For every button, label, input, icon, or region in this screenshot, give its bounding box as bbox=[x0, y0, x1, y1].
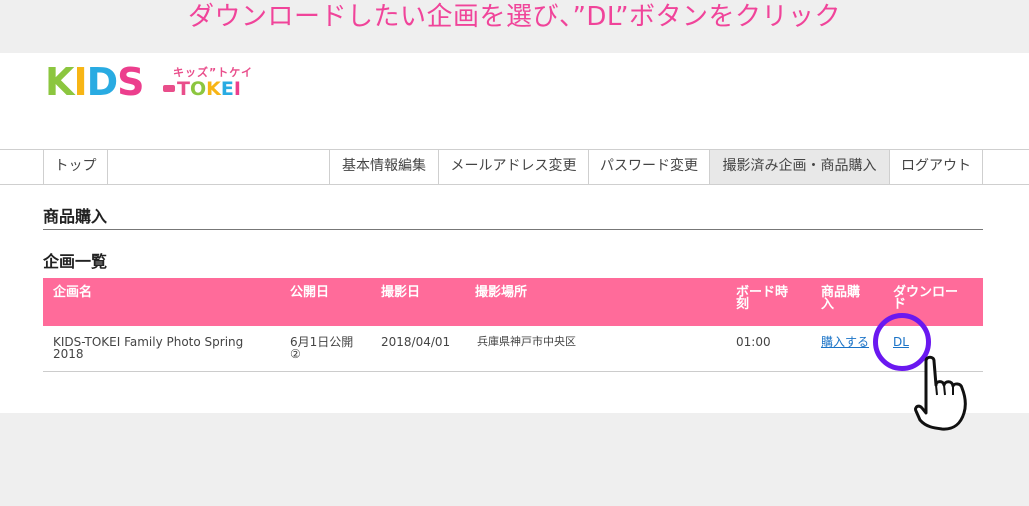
header-download: ダウンロー ド bbox=[893, 285, 959, 312]
list-heading: 企画一覧 bbox=[43, 252, 108, 271]
cell-location: 兵庫県神戸市中央区 bbox=[477, 335, 576, 348]
cell-project-name: KIDS-TOKEI Family Photo Spring 2018 bbox=[53, 335, 244, 361]
cell-publish-date: 6月1日公開 ② bbox=[290, 335, 354, 361]
header-location: 撮影場所 bbox=[475, 285, 528, 300]
table-header: 企画名 公開日 撮影日 撮影場所 ボード時 刻 商品購 入 ダウンロー ド bbox=[43, 278, 983, 326]
page-content: KIDS キッズ”トケイ TOKEI トップ 基本情報編集 メールアドレス変更 … bbox=[0, 53, 1029, 413]
header-shoot-date: 撮影日 bbox=[381, 285, 421, 300]
nav-item-top[interactable]: トップ bbox=[43, 150, 108, 184]
cell-purchase: 購入する bbox=[821, 336, 869, 348]
logo-dash bbox=[163, 85, 175, 92]
header-board-time: ボード時 刻 bbox=[736, 285, 789, 312]
header-purchase: 商品購 入 bbox=[821, 285, 861, 312]
cell-board-time: 01:00 bbox=[736, 335, 771, 349]
logo-tokei-wordmark: キッズ”トケイ TOKEI bbox=[163, 64, 263, 100]
nav-item-profile-edit[interactable]: 基本情報編集 bbox=[329, 150, 438, 184]
nav-item-logout[interactable]: ログアウト bbox=[889, 150, 983, 184]
table-row: KIDS-TOKEI Family Photo Spring 2018 6月1日… bbox=[43, 326, 983, 372]
header-project-name: 企画名 bbox=[53, 285, 93, 300]
purchase-link[interactable]: 購入する bbox=[821, 335, 869, 349]
project-table: 企画名 公開日 撮影日 撮影場所 ボード時 刻 商品購 入 ダウンロー ド KI… bbox=[43, 278, 983, 372]
pointing-hand-icon bbox=[914, 355, 967, 431]
site-logo[interactable]: KIDS キッズ”トケイ TOKEI bbox=[45, 63, 265, 103]
logo-kids-wordmark: KIDS bbox=[45, 60, 145, 104]
nav-item-purchase[interactable]: 撮影済み企画・商品購入 bbox=[709, 150, 889, 184]
header-publish-date: 公開日 bbox=[290, 285, 330, 300]
cell-shoot-date: 2018/04/01 bbox=[381, 335, 451, 349]
instruction-text: ダウンロードしたい企画を選び、”DL”ボタンをクリック bbox=[187, 2, 842, 32]
nav-item-email-change[interactable]: メールアドレス変更 bbox=[438, 150, 588, 184]
title-divider bbox=[43, 229, 983, 230]
main-nav: トップ 基本情報編集 メールアドレス変更 パスワード変更 撮影済み企画・商品購入… bbox=[0, 149, 1029, 185]
nav-item-password-change[interactable]: パスワード変更 bbox=[588, 150, 709, 184]
page-title: 商品購入 bbox=[43, 207, 108, 226]
instruction-banner: ダウンロードしたい企画を選び、”DL”ボタンをクリック bbox=[0, 0, 1029, 53]
